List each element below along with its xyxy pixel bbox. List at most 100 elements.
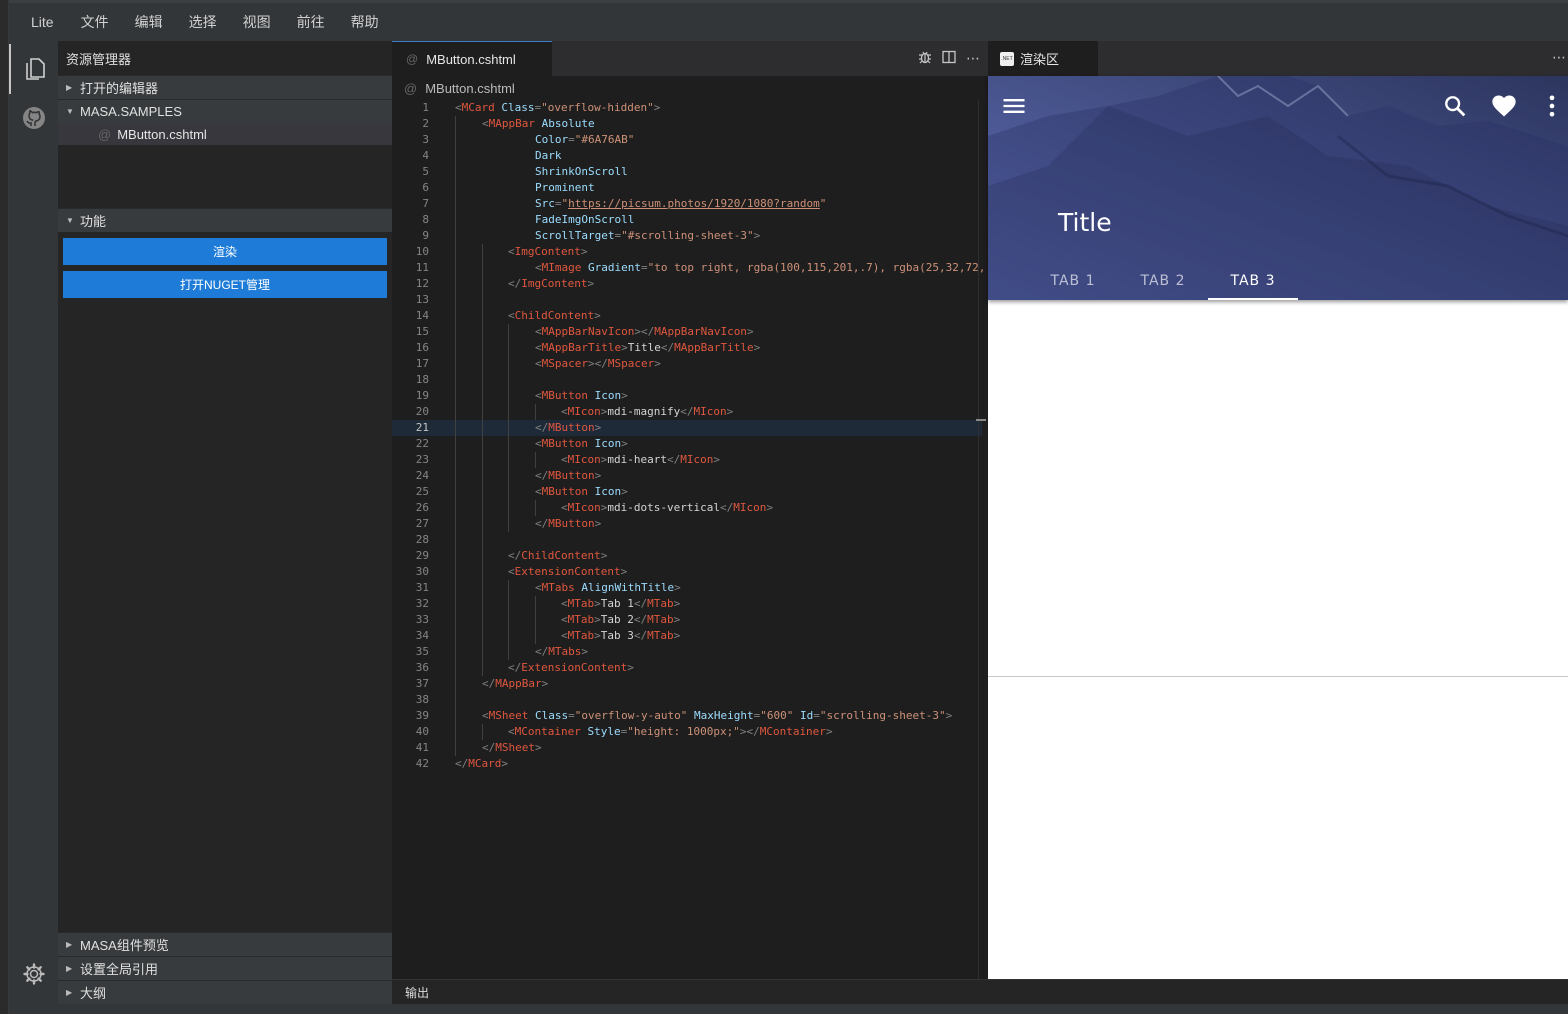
line-number: 1 bbox=[422, 101, 429, 114]
split-editor-icon[interactable] bbox=[942, 50, 956, 67]
code-area[interactable]: 1 <MCard Class="overflow-hidden"> 2 <MAppBa… bbox=[392, 100, 992, 979]
code-line: 15 <MAppBarNavIcon></MAppBarNavIcon> bbox=[392, 324, 982, 340]
indent-guide bbox=[455, 724, 456, 740]
code-text: </MSheet> bbox=[482, 741, 542, 754]
section-label: 大纲 bbox=[80, 986, 107, 1001]
line-number: 19 bbox=[415, 389, 429, 402]
breadcrumb-file[interactable]: MButton.cshtml bbox=[425, 81, 515, 96]
indent-guide bbox=[455, 628, 456, 644]
line-number: 28 bbox=[415, 533, 429, 546]
github-icon[interactable] bbox=[9, 93, 58, 143]
tab-1[interactable]: TAB 1 bbox=[1028, 262, 1118, 300]
code-text: <MButton Icon> bbox=[535, 437, 628, 450]
code-line: 17 <MSpacer></MSpacer> bbox=[392, 356, 982, 372]
code-line: 36 </ExtensionContent> bbox=[392, 660, 982, 676]
indent-guide bbox=[455, 580, 456, 596]
indent-guide bbox=[455, 132, 456, 148]
open-nuget-button[interactable]: 打开NUGET管理 bbox=[63, 271, 387, 298]
line-number: 20 bbox=[415, 405, 429, 418]
indent-guide bbox=[508, 612, 509, 628]
section-component-preview[interactable]: ▶ MASA组件预览 bbox=[58, 932, 392, 956]
more-actions-icon[interactable]: ⋯ bbox=[966, 50, 980, 67]
code-line: 35 </MTabs> bbox=[392, 644, 982, 660]
indent-guide bbox=[455, 740, 456, 756]
line-number: 17 bbox=[415, 357, 429, 370]
menu-item-help[interactable]: 帮助 bbox=[338, 12, 392, 32]
tab-render-area[interactable]: .NET 渲染区 bbox=[988, 41, 1098, 76]
indent-guide bbox=[455, 148, 456, 164]
menu-item-file[interactable]: 文件 bbox=[68, 12, 122, 32]
code-text: <MImage Gradient="to top right, rgba(100… bbox=[535, 261, 992, 274]
code-text: </MButton> bbox=[535, 517, 602, 530]
indent-guide bbox=[508, 500, 509, 516]
output-label: 输出 bbox=[405, 985, 430, 1000]
menu-icon[interactable] bbox=[1000, 92, 1028, 120]
section-outline[interactable]: ▶ 大纲 bbox=[58, 980, 392, 1004]
code-line: 25 <MButton Icon> bbox=[392, 484, 982, 500]
editor-scrollbar[interactable] bbox=[978, 100, 979, 979]
collapsed-chevron-icon: ▶ bbox=[66, 940, 73, 949]
line-number: 37 bbox=[415, 677, 429, 690]
indent-guide bbox=[455, 340, 456, 356]
razor-file-icon: @ bbox=[98, 126, 112, 142]
code-text: Color="#6A76AB" bbox=[535, 133, 635, 146]
render-button[interactable]: 渲染 bbox=[63, 238, 387, 265]
code-line: 4 Dark bbox=[392, 148, 982, 164]
magnify-icon[interactable] bbox=[1441, 92, 1469, 120]
explorer-icon[interactable] bbox=[9, 44, 58, 94]
indent-guide bbox=[455, 276, 456, 292]
indent-guide bbox=[455, 532, 456, 548]
indent-guide bbox=[455, 612, 456, 628]
menu-item-lite[interactable]: Lite bbox=[9, 14, 68, 30]
tab-2[interactable]: TAB 2 bbox=[1118, 262, 1208, 300]
menu-item-edit[interactable]: 编辑 bbox=[122, 12, 176, 32]
settings-gear-icon[interactable] bbox=[9, 949, 58, 999]
dots-vertical-icon[interactable] bbox=[1538, 92, 1566, 120]
indent-guide bbox=[482, 644, 483, 660]
indent-guide bbox=[508, 388, 509, 404]
code-text: <MAppBarTitle>Title</MAppBarTitle> bbox=[535, 341, 761, 354]
code-text: <MTab>Tab 2</MTab> bbox=[561, 613, 681, 626]
code-text: Prominent bbox=[535, 181, 595, 194]
line-number: 13 bbox=[415, 293, 429, 306]
section-features[interactable]: ▼ 功能 bbox=[58, 208, 392, 232]
code-text: <MTab>Tab 3</MTab> bbox=[561, 629, 681, 642]
menu-item-select[interactable]: 选择 bbox=[176, 12, 230, 32]
output-panel-header[interactable]: 输出 bbox=[392, 979, 1568, 1004]
code-line: 41 </MSheet> bbox=[392, 740, 982, 756]
line-number: 27 bbox=[415, 517, 429, 530]
code-line: 6 Prominent bbox=[392, 180, 982, 196]
code-text: <MContainer Style="height: 1000px;"></MC… bbox=[508, 725, 833, 738]
menu-item-view[interactable]: 视图 bbox=[230, 12, 284, 32]
more-actions-icon[interactable]: ⋯ bbox=[1552, 49, 1566, 66]
line-number: 36 bbox=[415, 661, 429, 674]
tab-mbutton[interactable]: @ MButton.cshtml bbox=[392, 41, 552, 76]
debug-bug-icon[interactable] bbox=[918, 50, 932, 67]
indent-guide bbox=[482, 372, 483, 388]
section-open-editors[interactable]: ▶ 打开的编辑器 bbox=[58, 75, 392, 99]
indent-guide bbox=[535, 452, 536, 468]
tab-label: 渲染区 bbox=[1020, 52, 1060, 67]
code-text: ShrinkOnScroll bbox=[535, 165, 628, 178]
menu-item-go[interactable]: 前往 bbox=[284, 12, 338, 32]
indent-guide bbox=[482, 452, 483, 468]
tab-3[interactable]: TAB 3 bbox=[1208, 262, 1298, 300]
section-masa-samples[interactable]: ▼ MASA.SAMPLES bbox=[58, 99, 392, 123]
scroll-position-marker bbox=[976, 419, 986, 421]
indent-guide bbox=[508, 596, 509, 612]
file-item-mbutton[interactable]: @ MButton.cshtml bbox=[58, 123, 392, 145]
indent-guide bbox=[455, 692, 456, 708]
collapsed-chevron-icon: ▶ bbox=[66, 988, 73, 997]
section-global-reference[interactable]: ▶ 设置全局引用 bbox=[58, 956, 392, 980]
line-number: 15 bbox=[415, 325, 429, 338]
code-text: FadeImgOnScroll bbox=[535, 213, 635, 226]
indent-guide bbox=[455, 660, 456, 676]
line-number: 12 bbox=[415, 277, 429, 290]
indent-guide bbox=[508, 452, 509, 468]
heart-icon[interactable] bbox=[1490, 92, 1518, 120]
indent-guide bbox=[455, 484, 456, 500]
indent-guide bbox=[482, 356, 483, 372]
indent-guide bbox=[455, 180, 456, 196]
indent-guide bbox=[455, 564, 456, 580]
indent-guide bbox=[455, 516, 456, 532]
